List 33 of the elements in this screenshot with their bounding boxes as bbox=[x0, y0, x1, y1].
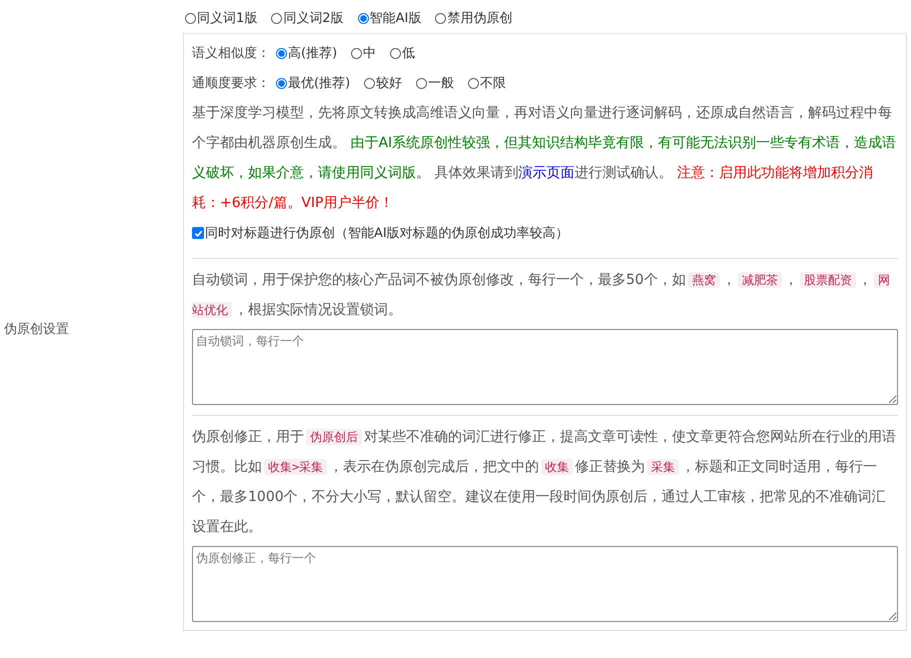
radio-icon[interactable] bbox=[276, 48, 287, 58]
radio-icon[interactable] bbox=[351, 48, 362, 58]
mode-option[interactable]: 智能AI版 bbox=[358, 9, 422, 27]
radio-icon[interactable] bbox=[358, 12, 369, 24]
radio-icon[interactable] bbox=[271, 12, 282, 24]
ai-description: 基于深度学习模型，先将原文转换成高维语义向量，再对语义向量进行逐词解码，还原成自然语言，解码过程中每个字都由机器原创生成。 由于AI系统原创性较强，但其知识结构毕竟有限，有可能无法识别一些专有术语，造成语义破坏，如果介意，请使用同义词版。 具体效果请到演示页面进行测试确认。 注意：启用此功能将增加积分消耗：+6积分/篇。VIP用户半价！ bbox=[192, 104, 898, 213]
demo-page-link[interactable]: 演示页面 bbox=[518, 165, 574, 181]
mode-option[interactable]: 禁用伪原创 bbox=[435, 9, 512, 27]
fluency-option[interactable]: 最优(推荐) bbox=[276, 74, 350, 92]
mode-option[interactable]: 同义词2版 bbox=[271, 9, 344, 27]
radio-icon[interactable] bbox=[435, 12, 446, 24]
section-label: 伪原创设置 bbox=[4, 321, 69, 338]
corrections-description: 伪原创修正，用于 伪原创后 对某些不准确的词汇进行修正，提高文章可读性，使文章更符合您网站所在行业的用语习惯。比如 收集>采集 ，表示在伪原创完成后，把文中的 收集 修正替换为 采集 ，标题和正文同时适用，每行一个，最多1000个，不分大小写，默认留空。建议在使用一段时间伪原创后，通过人工审核，把常见的不准确词汇设置在此。 bbox=[192, 428, 897, 537]
checkbox[interactable] bbox=[192, 227, 204, 239]
radio-icon[interactable] bbox=[185, 12, 196, 24]
option-label: 语义相似度： bbox=[192, 45, 270, 62]
corrections-field[interactable]: 伪原创修正，每行一个 bbox=[192, 546, 898, 622]
fluency-option[interactable]: 不限 bbox=[468, 74, 506, 92]
radio-icon[interactable] bbox=[364, 78, 376, 88]
radio-icon[interactable] bbox=[468, 78, 480, 88]
fluency-option[interactable]: 较好 bbox=[364, 74, 402, 92]
mode-option[interactable]: 同义词1版 bbox=[185, 9, 258, 27]
radio-icon[interactable] bbox=[276, 78, 287, 88]
radio-icon[interactable] bbox=[390, 48, 402, 58]
similarity-option[interactable]: 高(推荐) bbox=[276, 44, 338, 62]
radio-icon[interactable] bbox=[416, 78, 428, 88]
similarity-option[interactable]: 中 bbox=[351, 44, 376, 62]
title-option[interactable]: 同时对标题进行伪原创（智能AI版对标题的伪原创成功率较高） bbox=[192, 224, 569, 242]
fluency-option[interactable]: 一般 bbox=[416, 74, 454, 92]
lock-words-field[interactable]: 自动锁词，每行一个 bbox=[192, 329, 898, 405]
lock-words-description: 自动锁词，用于保护您的核心产品词不被伪原创修改，每行一个，最多50个，如 燕窝 ， 减肥茶 ， 股票配资 ， 网站优化 ，根据实际情况设置锁词。 bbox=[192, 271, 891, 320]
option-label: 通顺度要求： bbox=[192, 75, 270, 92]
similarity-option[interactable]: 低 bbox=[390, 44, 416, 62]
